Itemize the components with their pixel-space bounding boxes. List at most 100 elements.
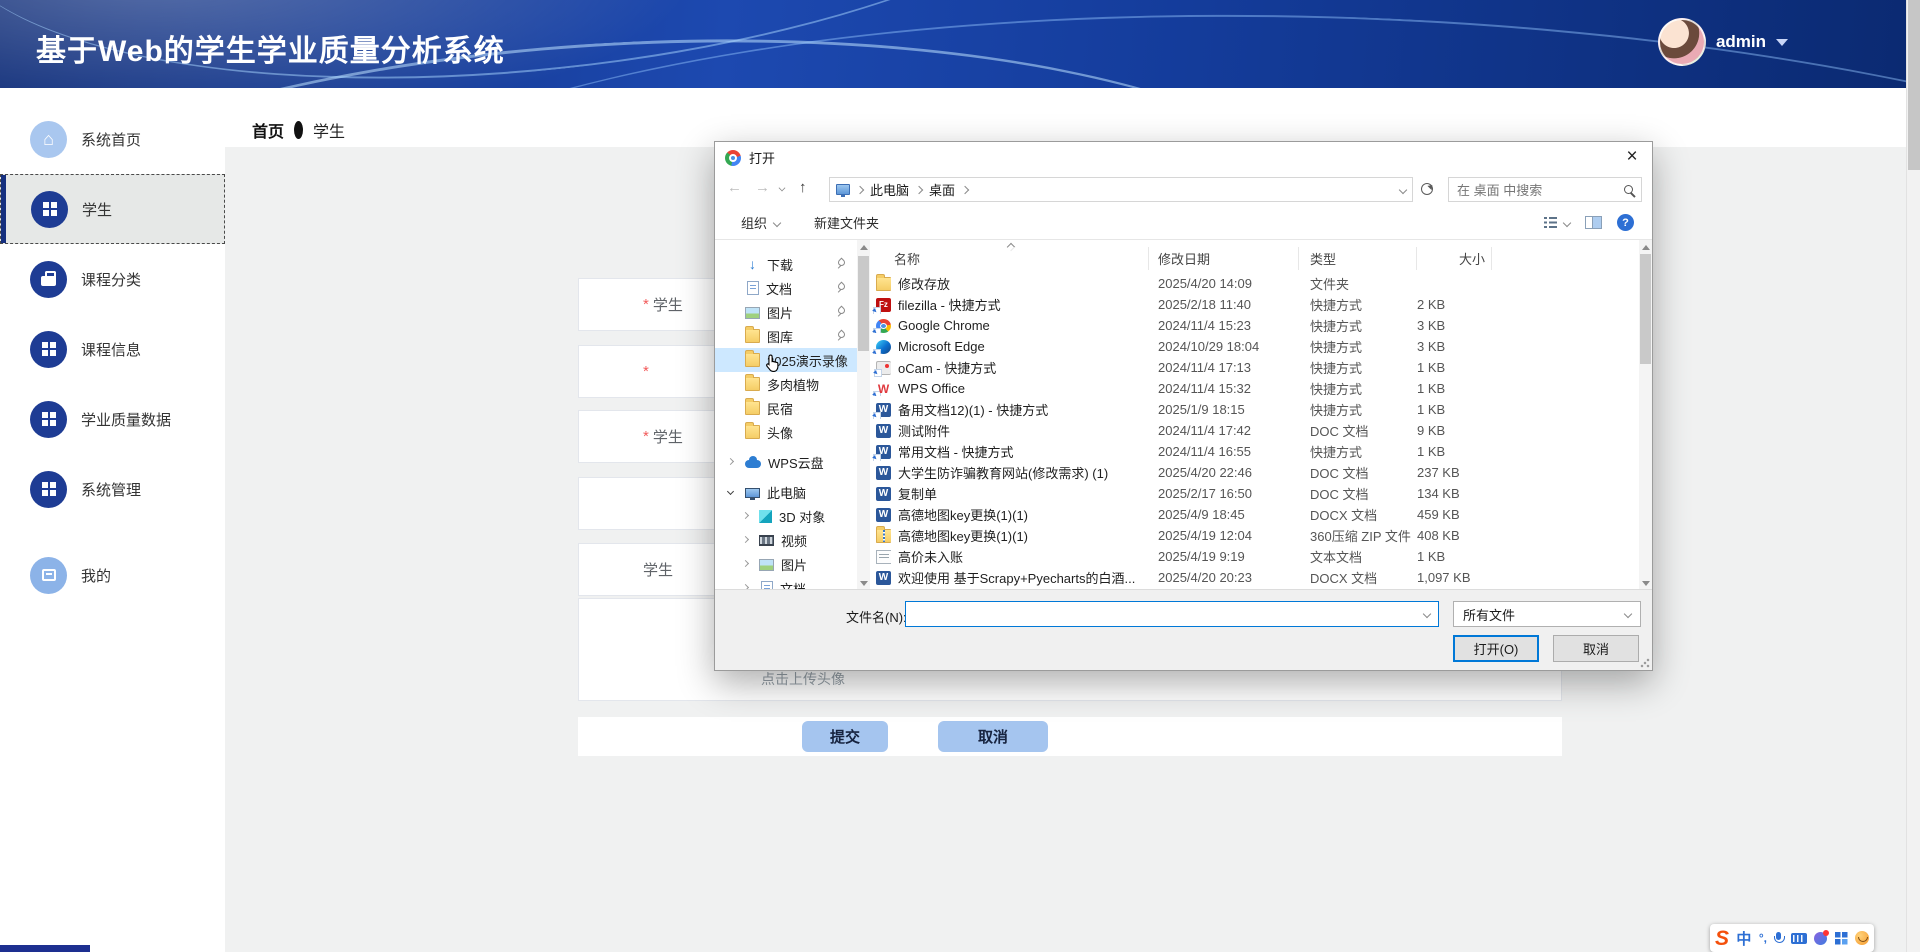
ime-punctuation-toggle[interactable]: °, <box>1759 931 1767 945</box>
emoji-icon[interactable] <box>1855 931 1869 945</box>
scroll-up-icon[interactable] <box>1642 245 1650 250</box>
chevron-down-icon[interactable] <box>1423 610 1431 618</box>
file-row[interactable]: 欢迎使用 基于Scrapy+Pyecharts的白酒... 2025/4/20 … <box>870 567 1639 588</box>
dialog-titlebar[interactable]: 打开 × <box>715 142 1652 173</box>
file-row[interactable]: 高价未入账 2025/4/19 9:19 文本文档 1 KB <box>870 546 1639 567</box>
file-row[interactable]: 常用文档 - 快捷方式 2024/11/4 16:55 快捷方式 1 KB <box>870 441 1639 462</box>
open-button[interactable]: 打开(O) <box>1453 635 1539 662</box>
sidebar-item[interactable]: 学业质量数据 <box>0 384 225 454</box>
tree-expander-icon[interactable] <box>742 536 749 543</box>
address-crumb-desktop[interactable]: 桌面 <box>929 180 955 199</box>
scroll-down-icon[interactable] <box>1642 581 1650 586</box>
folder-tree-item[interactable]: 下载 <box>715 252 857 276</box>
folder-tree-item[interactable]: 民宿 <box>715 396 857 420</box>
folder-tree-item[interactable]: 图片 <box>715 552 857 576</box>
sidebar-item[interactable]: 我的 <box>0 540 225 610</box>
sogou-logo-icon[interactable]: S <box>1715 928 1729 949</box>
file-row[interactable]: 测试附件 2024/11/4 17:42 DOC 文档 9 KB <box>870 420 1639 441</box>
folder-tree-item[interactable]: 视频 <box>715 528 857 552</box>
file-row[interactable]: WPS Office 2024/11/4 15:32 快捷方式 1 KB <box>870 378 1639 399</box>
file-row[interactable]: Google Chrome 2024/11/4 15:23 快捷方式 3 KB <box>870 315 1639 336</box>
sidebar-item[interactable]: 系统首页 <box>0 104 225 174</box>
toolbox-grid-icon[interactable] <box>1835 932 1848 945</box>
form-cancel-button[interactable]: 取消 <box>938 721 1048 752</box>
ime-language-toggle[interactable]: 中 <box>1736 928 1751 949</box>
file-row[interactable]: Microsoft Edge 2024/10/29 18:04 快捷方式 3 K… <box>870 336 1639 357</box>
file-row[interactable]: 修改存放 2025/4/20 14:09 文件夹 <box>870 273 1639 294</box>
folder-tree-item[interactable]: 3D 对象 <box>715 504 857 528</box>
column-header-date[interactable]: 修改日期 <box>1149 247 1299 270</box>
skin-tool-icon[interactable] <box>1814 932 1827 945</box>
sidebar-item[interactable]: 课程信息 <box>0 314 225 384</box>
folder-tree-item[interactable]: 此电脑 <box>715 480 857 504</box>
tree-expander-icon[interactable] <box>742 560 749 567</box>
column-header-size[interactable]: 大小 <box>1417 247 1492 270</box>
preview-pane-icon[interactable] <box>1585 216 1602 229</box>
tree-scrollbar[interactable] <box>857 240 870 591</box>
user-menu[interactable]: admin <box>1658 18 1788 66</box>
folder-tree-item[interactable]: 多肉植物 <box>715 372 857 396</box>
folder-tree-item[interactable]: 2025演示录像 <box>715 348 857 372</box>
resize-grip[interactable] <box>1640 658 1650 668</box>
back-arrow-icon[interactable]: ← <box>727 179 742 196</box>
sidebar-item[interactable]: 课程分类 <box>0 244 225 314</box>
form-field-label: * 学生 <box>643 426 683 447</box>
chevron-down-icon <box>773 218 781 226</box>
file-row[interactable]: oCam - 快捷方式 2024/11/4 17:13 快捷方式 1 KB <box>870 357 1639 378</box>
tree-expander-icon[interactable] <box>727 458 734 465</box>
refresh-icon[interactable] <box>1421 183 1433 195</box>
up-arrow-icon[interactable]: ↑ <box>799 179 807 196</box>
new-folder-button[interactable]: 新建文件夹 <box>814 213 879 232</box>
folder-tree-item-icon <box>747 281 759 295</box>
breadcrumb-band <box>225 88 1906 147</box>
search-placeholder: 在 桌面 中搜索 <box>1457 180 1542 199</box>
file-list-scrollbar[interactable] <box>1639 240 1652 591</box>
organize-menu[interactable]: 组织 <box>741 213 780 232</box>
microphone-icon[interactable] <box>1774 932 1783 945</box>
close-icon[interactable]: × <box>1612 142 1652 172</box>
file-row[interactable]: 高德地图key更换(1)(1) 2025/4/9 18:45 DOCX 文档 4… <box>870 504 1639 525</box>
file-name: 测试附件 <box>898 421 950 440</box>
breadcrumb-home-link[interactable]: 首页 <box>252 118 284 142</box>
view-mode-button[interactable] <box>1544 217 1570 228</box>
address-dropdown-chevron[interactable] <box>1399 185 1407 193</box>
address-crumb-this-pc[interactable]: 此电脑 <box>870 180 909 199</box>
page-scrollbar[interactable] <box>1906 0 1920 952</box>
forward-arrow-icon[interactable]: → <box>755 179 770 196</box>
virtual-keyboard-icon[interactable] <box>1791 933 1807 944</box>
tree-expander-icon[interactable] <box>727 488 734 495</box>
submit-button[interactable]: 提交 <box>802 721 888 752</box>
search-box[interactable]: 在 桌面 中搜索 <box>1448 177 1642 202</box>
history-chevron-icon[interactable] <box>779 185 786 192</box>
page-scrollbar-thumb[interactable] <box>1908 0 1920 170</box>
avatar[interactable] <box>1658 18 1706 66</box>
shortcut-badge-icon <box>874 413 880 419</box>
folder-tree-item[interactable]: 图库 <box>715 324 857 348</box>
file-list-scrollbar-thumb[interactable] <box>1640 254 1651 364</box>
file-row[interactable]: 复制单 2025/2/17 16:50 DOC 文档 134 KB <box>870 483 1639 504</box>
chevron-down-icon <box>1624 610 1632 618</box>
file-row[interactable]: 大学生防诈骗教育网站(修改需求) (1) 2025/4/20 22:46 DOC… <box>870 462 1639 483</box>
folder-tree-item[interactable]: 文档 <box>715 276 857 300</box>
filename-input[interactable] <box>905 601 1439 627</box>
file-type-icon <box>876 487 891 501</box>
address-breadcrumb-box[interactable]: 此电脑 桌面 <box>829 177 1413 202</box>
folder-tree-item[interactable]: WPS云盘 <box>715 450 857 474</box>
sidebar-item[interactable]: 系统管理 <box>0 454 225 524</box>
file-row[interactable]: 备用文档12)(1) - 快捷方式 2025/1/9 18:15 快捷方式 1 … <box>870 399 1639 420</box>
sidebar-item-icon <box>42 482 56 496</box>
folder-tree-item[interactable]: 图片 <box>715 300 857 324</box>
filetype-select[interactable]: 所有文件 <box>1453 601 1641 627</box>
sidebar-item[interactable]: 学生 <box>0 174 225 244</box>
file-row[interactable]: filezilla - 快捷方式 2025/2/18 11:40 快捷方式 2 … <box>870 294 1639 315</box>
help-icon[interactable]: ? <box>1617 214 1634 231</box>
scroll-up-icon[interactable] <box>860 245 868 250</box>
tree-scrollbar-thumb[interactable] <box>858 256 869 351</box>
tree-expander-icon[interactable] <box>742 512 749 519</box>
column-header-type[interactable]: 类型 <box>1299 247 1417 270</box>
dialog-cancel-button[interactable]: 取消 <box>1553 635 1639 662</box>
folder-tree-item[interactable]: 头像 <box>715 420 857 444</box>
file-row[interactable]: 高德地图key更换(1)(1) 2025/4/19 12:04 360压缩 ZI… <box>870 525 1639 546</box>
search-icon <box>1624 185 1633 194</box>
scroll-down-icon[interactable] <box>860 581 868 586</box>
